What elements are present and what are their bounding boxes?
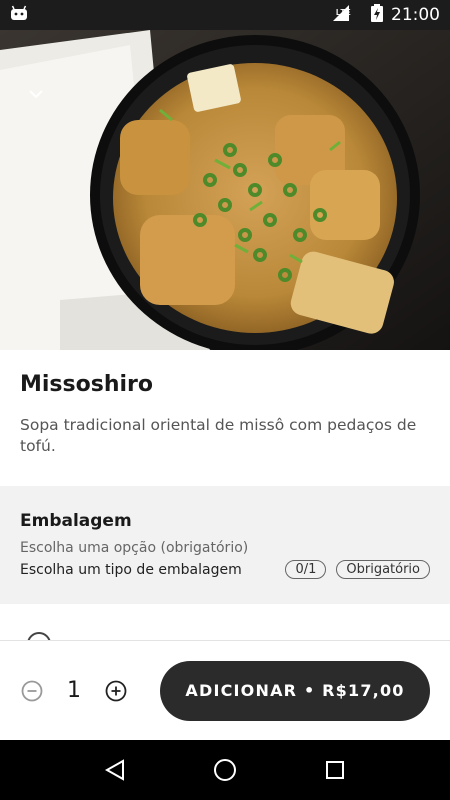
packaging-section: Embalagem Escolha uma opção (obrigatório… bbox=[0, 486, 450, 604]
add-to-cart-bar: 1 ADICIONAR • R$17,00 bbox=[0, 640, 450, 740]
product-image bbox=[0, 30, 450, 350]
home-button[interactable] bbox=[205, 750, 245, 790]
recents-button[interactable] bbox=[315, 750, 355, 790]
minus-circle-icon bbox=[21, 680, 43, 701]
recents-square-icon bbox=[326, 761, 344, 779]
quantity-value: 1 bbox=[67, 678, 81, 703]
required-badge: Obrigatório bbox=[336, 560, 430, 579]
back-button[interactable] bbox=[95, 750, 135, 790]
packaging-instruction: Escolha um tipo de embalagem bbox=[20, 561, 242, 578]
chevron-down-icon bbox=[29, 90, 43, 99]
product-title: Missoshiro bbox=[20, 372, 153, 397]
signal-icon: LTE bbox=[328, 4, 363, 26]
increase-button[interactable] bbox=[104, 679, 128, 703]
quantity-stepper: 1 bbox=[20, 678, 128, 703]
product-description: Sopa tradicional oriental de missô com p… bbox=[20, 416, 417, 455]
battery-charging-icon bbox=[371, 3, 383, 27]
selection-count-badge: 0/1 bbox=[285, 560, 327, 579]
decrease-button[interactable] bbox=[20, 679, 44, 703]
plus-circle-icon bbox=[105, 680, 127, 701]
back-triangle-icon bbox=[104, 759, 124, 781]
packaging-option[interactable] bbox=[0, 604, 450, 656]
status-bar: LTE 21:00 bbox=[0, 0, 450, 30]
packaging-title: Embalagem bbox=[20, 511, 132, 531]
status-time: 21:00 bbox=[391, 5, 440, 25]
android-icon bbox=[10, 4, 28, 27]
home-circle-icon bbox=[214, 759, 236, 781]
navigation-bar bbox=[0, 740, 450, 800]
packaging-subtitle: Escolha uma opção (obrigatório) bbox=[20, 540, 249, 556]
product-info: Missoshiro Sopa tradicional oriental de … bbox=[0, 350, 450, 486]
collapse-button[interactable] bbox=[24, 82, 48, 106]
add-to-cart-button[interactable]: ADICIONAR • R$17,00 bbox=[160, 660, 430, 721]
